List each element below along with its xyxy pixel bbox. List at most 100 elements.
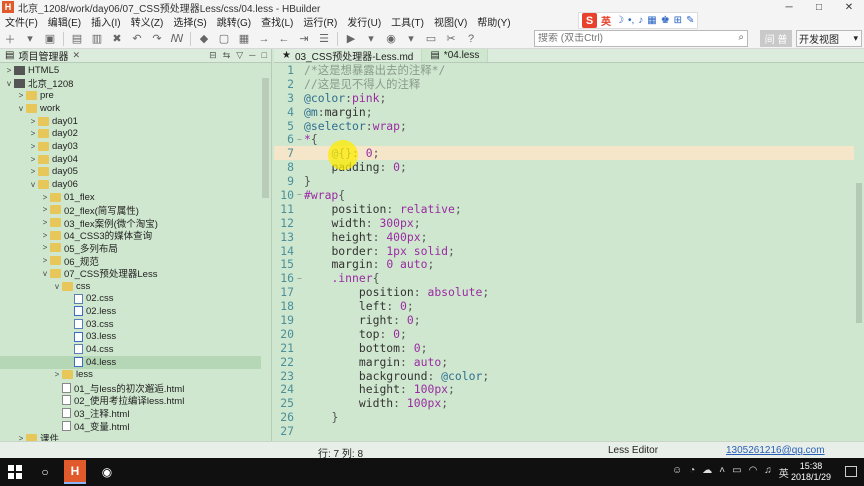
code-line[interactable]: 21 bottom: 0; <box>274 341 854 355</box>
code-line[interactable]: 12 width: 300px; <box>274 216 854 230</box>
code-line[interactable]: 17 position: absolute; <box>274 285 854 299</box>
menu-item[interactable]: 发行(U) <box>342 14 386 29</box>
close-file-icon[interactable]: ✖ <box>107 30 127 48</box>
taskbar-clock[interactable]: 15:38 2018/1/29 <box>786 461 836 483</box>
editor-tab[interactable]: ★ 03_CSS预处理器-Less.md <box>274 49 423 63</box>
code-line[interactable]: 3 @color:pink; <box>274 91 854 105</box>
code-line[interactable]: 27 <box>274 424 854 438</box>
tab-project-manager[interactable]: ▤ 项目管理器 ✕ <box>0 48 85 63</box>
search-box[interactable]: ⌕ <box>534 30 748 47</box>
tree-item[interactable]: > pre <box>0 89 262 102</box>
menu-item[interactable]: 视图(V) <box>429 14 472 29</box>
tree-item[interactable]: >02_flex(简写属性) <box>0 204 262 217</box>
tree-item[interactable]: v 07_CSS预处理器Less <box>0 267 262 280</box>
app-icon[interactable]: ◉ <box>98 463 116 481</box>
code-line[interactable]: 26 } <box>274 410 854 424</box>
minimize-button[interactable]: ─ <box>774 0 804 14</box>
open-icon[interactable]: ▣ <box>40 30 60 48</box>
network-icon[interactable]: ◔ <box>689 465 695 480</box>
view-mode-select[interactable]: 开发视图 ▾ <box>796 30 862 47</box>
search-input[interactable] <box>535 33 715 44</box>
jump-icon[interactable]: ⇥ <box>294 30 314 48</box>
search-icon[interactable]: ⌕ <box>738 32 744 43</box>
chevron-right-icon[interactable]: > <box>40 243 50 252</box>
code-line[interactable]: 16− .inner{ <box>274 271 854 285</box>
code-line[interactable]: 10− #wrap{ <box>274 188 854 202</box>
new-icon[interactable]: ＋ <box>0 30 20 48</box>
code-line[interactable]: 19 right: 0; <box>274 313 854 327</box>
help-icon[interactable]: ? <box>461 30 481 48</box>
hbuilder-taskbar-icon[interactable]: H <box>64 460 86 484</box>
menu-item[interactable]: 运行(R) <box>298 14 342 29</box>
chevron-down-icon[interactable]: v <box>52 282 62 291</box>
dropdown-arrow-icon[interactable]: ▾ <box>20 30 40 48</box>
punctuation-icon[interactable]: •, <box>628 15 634 26</box>
cut-icon[interactable]: ✂ <box>441 30 461 48</box>
tree-item[interactable]: 04.less <box>0 355 262 369</box>
tree-item[interactable]: v day06 <box>0 178 262 191</box>
microphone-icon[interactable]: ♪ <box>638 15 643 26</box>
tree-item[interactable]: v 北京_1208 <box>0 77 262 90</box>
chevron-right-icon[interactable]: > <box>4 66 14 75</box>
tree-item[interactable]: 04.css <box>0 343 262 356</box>
tree-item[interactable]: > day03 <box>0 140 262 153</box>
split-icon[interactable]: ▦ <box>234 30 254 48</box>
ime-toolbar[interactable]: S 英 ☽ •, ♪ ▦ ♚ ⊞ ✎ <box>578 12 699 29</box>
chevron-right-icon[interactable]: > <box>28 167 38 176</box>
menu-item[interactable]: 帮助(Y) <box>472 14 515 29</box>
scrollbar-thumb[interactable] <box>856 183 862 323</box>
redo-icon[interactable]: ↷ <box>147 30 167 48</box>
code-line[interactable]: 5 @selector:wrap; <box>274 119 854 133</box>
browser-icon[interactable]: ◉ <box>381 30 401 48</box>
menu-item[interactable]: 编辑(E) <box>43 14 86 29</box>
chevron-right-icon[interactable]: > <box>52 370 62 379</box>
code-line[interactable]: 23 background: @color; <box>274 369 854 383</box>
chevron-down-icon[interactable]: v <box>40 269 50 278</box>
code-line[interactable]: 2 //这是见不得人的注释 <box>274 77 854 91</box>
prev-edit-icon[interactable]: ← <box>274 30 294 48</box>
code-line[interactable]: 15 margin: 0 auto; <box>274 257 854 271</box>
chevron-right-icon[interactable]: > <box>40 231 50 240</box>
menu-item[interactable]: 工具(T) <box>386 14 429 29</box>
outline-icon[interactable]: ☰ <box>314 30 334 48</box>
close-icon[interactable]: ✕ <box>72 50 80 61</box>
skin-icon[interactable]: ♚ <box>661 15 670 26</box>
cloud-icon[interactable]: ☁ <box>702 465 712 480</box>
maximize-button[interactable]: □ <box>804 0 834 14</box>
code-editor[interactable]: 1/*这是想暴露出去的注释*/2//这是见不得人的注释 3 @color:pink;… <box>274 63 854 441</box>
tree-item[interactable]: >05_多列布局 <box>0 242 262 255</box>
collapse-all-icon[interactable]: ⊟ <box>209 50 217 61</box>
link-editor-icon[interactable]: ⇆ <box>223 50 231 61</box>
code-line[interactable]: 14 border: 1px solid; <box>274 244 854 258</box>
chevron-right-icon[interactable]: > <box>40 218 50 227</box>
notification-center-icon[interactable] <box>845 466 857 477</box>
chevron-right-icon[interactable]: > <box>28 129 38 138</box>
format-icon[interactable]: ꟿ <box>167 30 187 48</box>
tree-item[interactable]: > day04 <box>0 153 262 166</box>
ime-language-toggle[interactable]: 英 <box>601 13 611 28</box>
chevron-right-icon[interactable]: > <box>40 193 50 202</box>
run-icon[interactable]: ▶ <box>341 30 361 48</box>
tree-item[interactable]: >06_规范 <box>0 254 262 268</box>
editor-tab[interactable]: ▤ *04.less <box>422 49 489 62</box>
tree-item[interactable]: 02.less <box>0 305 262 318</box>
code-line[interactable]: 9} <box>274 174 854 188</box>
editor-scrollbar[interactable] <box>854 63 864 441</box>
code-line[interactable]: 6− *{ <box>274 132 854 146</box>
keyboard-icon[interactable]: ▦ <box>647 15 656 26</box>
tree-item[interactable]: > day05 <box>0 166 262 179</box>
wifi-icon[interactable]: ◠ <box>749 465 758 480</box>
close-button[interactable]: ✕ <box>834 0 864 14</box>
account-email-link[interactable]: 1305261216@qq.com <box>726 445 825 456</box>
menu-item[interactable]: 跳转(G) <box>212 14 256 29</box>
grid-icon[interactable]: ⊞ <box>674 15 682 26</box>
chevron-right-icon[interactable]: > <box>28 142 38 151</box>
menu-item[interactable]: 查找(L) <box>256 14 298 29</box>
tree-item[interactable]: 02.css <box>0 292 262 305</box>
save-all-icon[interactable]: ▥ <box>87 30 107 48</box>
browser-dropdown-icon[interactable]: ▾ <box>401 30 421 48</box>
project-tree-scrollbar[interactable] <box>261 64 270 439</box>
chevron-right-icon[interactable]: > <box>16 91 26 100</box>
tree-item[interactable]: 04_变量.html <box>0 419 262 433</box>
chevron-down-icon[interactable]: v <box>4 79 14 88</box>
